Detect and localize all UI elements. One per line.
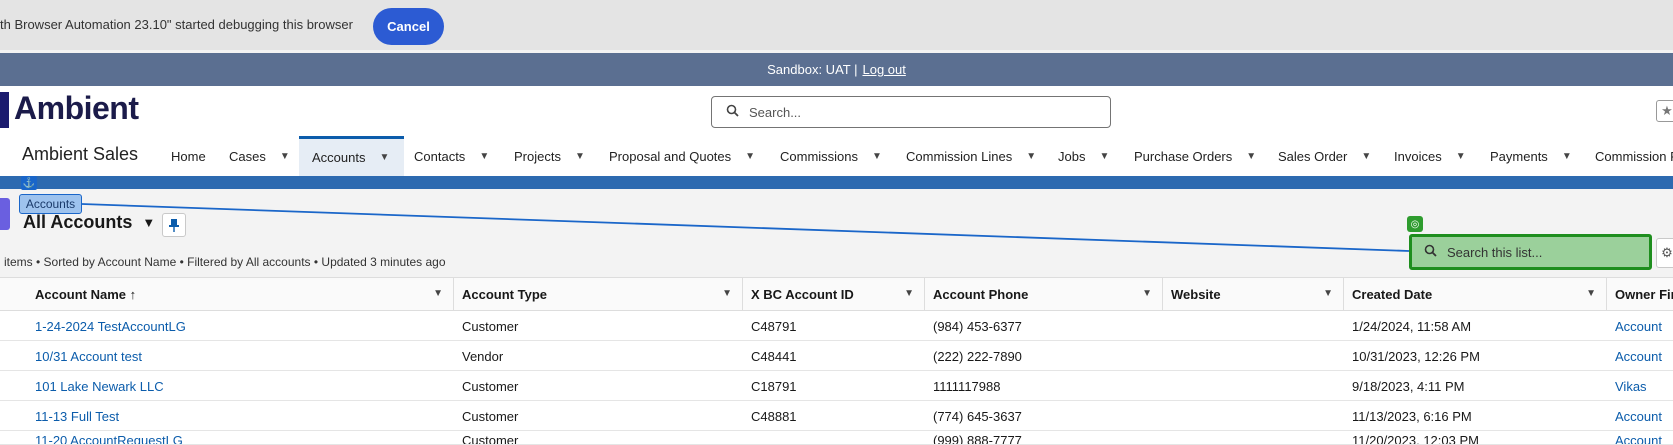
account-type-cell: Customer <box>462 378 519 394</box>
column-header-account-name[interactable]: Account Name ↑ ▼ <box>27 278 454 311</box>
website-cell <box>1163 401 1344 431</box>
phone-cell: (774) 645-3637 <box>933 408 1022 424</box>
account-name-link[interactable]: 1-24-2024 TestAccountLG <box>27 311 454 341</box>
chevron-down-icon[interactable]: ▼ <box>722 288 732 299</box>
anchor-icon: ⚓ <box>21 176 37 190</box>
list-view-title[interactable]: All Accounts ▼ <box>23 212 155 233</box>
gear-icon[interactable]: ⚙ <box>1656 238 1673 268</box>
owner-link[interactable]: Account <box>1607 433 1673 444</box>
table-row: 101 Lake Newark LLC Customer C18791 1111… <box>0 371 1673 401</box>
website-cell <box>1163 433 1344 444</box>
account-type-cell: Customer <box>462 408 519 424</box>
list-search-input[interactable]: Search this list... <box>1409 234 1652 270</box>
table-header: Account Name ↑ ▼ Account Type ▼ X BC Acco… <box>0 277 1673 311</box>
chevron-down-icon[interactable]: ▼ <box>904 288 914 299</box>
table-row: 11-20 AccountRequestLG Customer (999) 88… <box>0 431 1673 445</box>
chevron-down-icon[interactable]: ▼ <box>1586 288 1596 299</box>
website-cell <box>1163 311 1344 341</box>
website-cell <box>1163 341 1344 371</box>
bc-id-cell: C48791 <box>751 318 797 334</box>
phone-cell: (999) 888-7777 <box>933 433 1022 445</box>
sort-ascending-icon: ↑ <box>129 287 137 302</box>
owner-link[interactable]: Account <box>1607 401 1673 431</box>
object-tag-accounts: Accounts <box>19 194 82 214</box>
target-icon: ◎ <box>1407 216 1423 232</box>
column-header-created-date[interactable]: Created Date ▼ <box>1344 278 1607 311</box>
chevron-down-icon[interactable]: ▼ <box>1323 288 1333 299</box>
column-header-account-type[interactable]: Account Type ▼ <box>454 278 743 311</box>
object-icon <box>0 198 10 230</box>
list-meta: items • Sorted by Account Name • Filtere… <box>4 255 446 269</box>
bc-id-cell: C48441 <box>751 348 797 364</box>
owner-link[interactable]: Vikas <box>1607 371 1673 401</box>
table-row: 10/31 Account test Vendor C48441 (222) 2… <box>0 341 1673 371</box>
owner-link[interactable]: Account <box>1607 341 1673 371</box>
account-name-link[interactable]: 101 Lake Newark LLC <box>27 371 454 401</box>
account-type-cell: Customer <box>462 433 519 445</box>
phone-cell: (984) 453-6377 <box>933 318 1022 334</box>
bc-id-cell <box>743 433 925 444</box>
created-date-cell: 9/18/2023, 4:11 PM <box>1352 378 1465 394</box>
table-row: 11-13 Full Test Customer C48881 (774) 64… <box>0 401 1673 431</box>
search-icon <box>1424 244 1437 260</box>
phone-cell: (222) 222-7890 <box>933 348 1022 364</box>
created-date-cell: 11/20/2023, 12:03 PM <box>1352 433 1479 445</box>
account-name-link[interactable]: 11-20 AccountRequestLG <box>27 433 454 444</box>
bc-id-cell: C48881 <box>751 408 797 424</box>
table-row: 1-24-2024 TestAccountLG Customer C48791 … <box>0 311 1673 341</box>
chevron-down-icon[interactable]: ▼ <box>1142 288 1152 299</box>
chevron-down-icon[interactable]: ▼ <box>433 288 443 299</box>
phone-cell: 1111117988 <box>933 378 1001 394</box>
list-search-placeholder: Search this list... <box>1447 244 1543 260</box>
created-date-cell: 1/24/2024, 11:58 AM <box>1352 318 1472 334</box>
bc-id-cell: C18791 <box>751 378 797 394</box>
pin-list-icon[interactable] <box>162 213 186 237</box>
website-cell <box>1163 371 1344 401</box>
caret-down-icon[interactable]: ▼ <box>142 215 155 230</box>
accounts-table: Account Name ↑ ▼ Account Type ▼ X BC Acco… <box>0 277 1673 445</box>
created-date-cell: 11/13/2023, 6:16 PM <box>1352 408 1472 424</box>
column-header-website[interactable]: Website ▼ <box>1163 278 1344 311</box>
account-name-link[interactable]: 10/31 Account test <box>27 341 454 371</box>
account-type-cell: Customer <box>462 318 519 334</box>
column-header-owner[interactable]: Owner Fir <box>1607 278 1673 311</box>
account-name-link[interactable]: 11-13 Full Test <box>27 401 454 431</box>
created-date-cell: 10/31/2023, 12:26 PM <box>1352 348 1480 364</box>
column-header-account-phone[interactable]: Account Phone ▼ <box>925 278 1163 311</box>
owner-link[interactable]: Account <box>1607 311 1673 341</box>
account-type-cell: Vendor <box>462 348 504 364</box>
column-header-bc-account-id[interactable]: X BC Account ID ▼ <box>743 278 925 311</box>
